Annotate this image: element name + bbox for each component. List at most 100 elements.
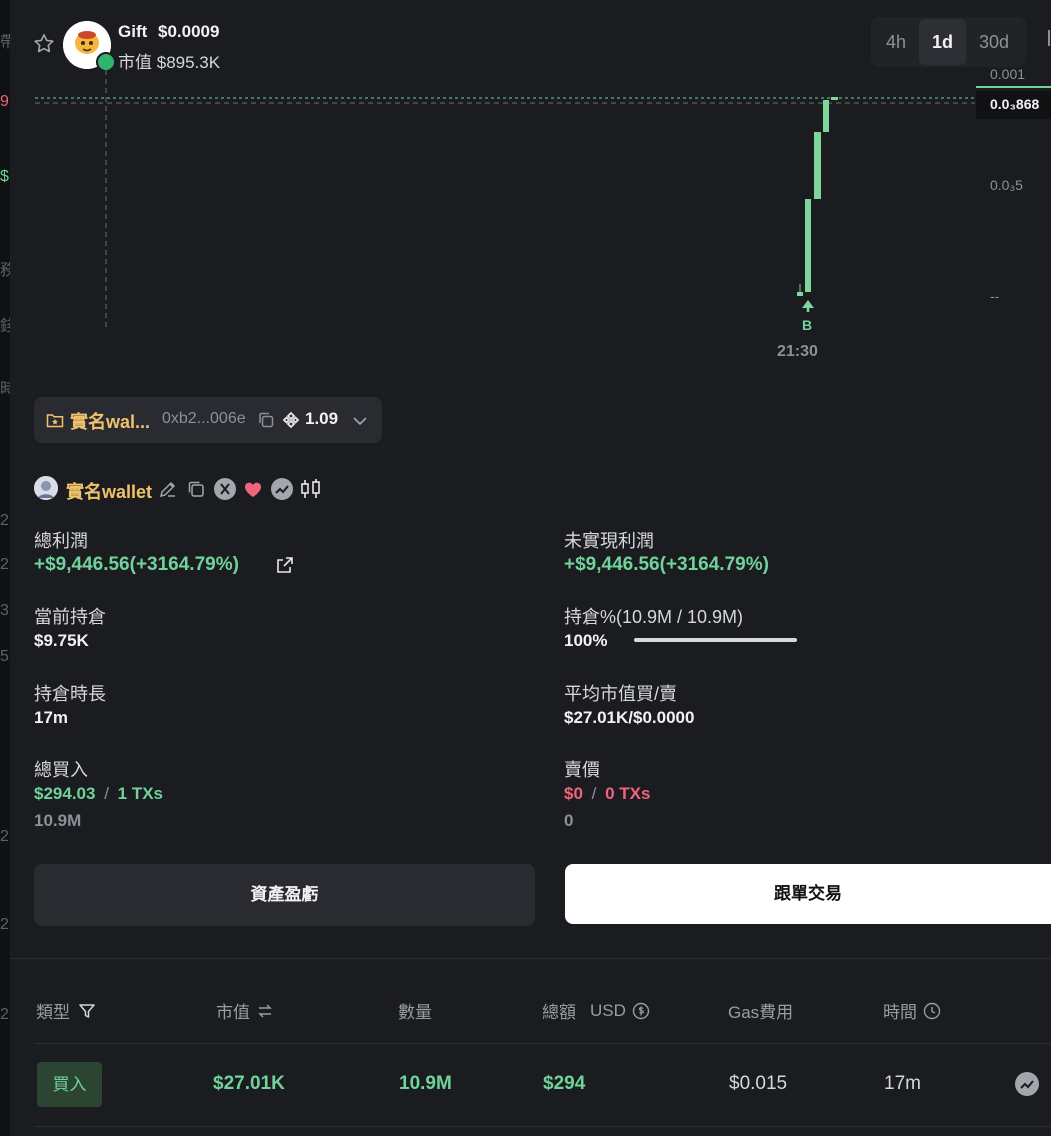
- holding-pct-value: 100%: [564, 631, 608, 650]
- row-qty: 10.9M: [399, 1073, 452, 1094]
- sell-separator: /: [591, 784, 597, 803]
- price-chart[interactable]: [10, 60, 1051, 370]
- assets-pnl-button[interactable]: 資產盈虧: [34, 864, 535, 926]
- row-total: $294: [543, 1073, 586, 1094]
- axis-mid-label: 0.0₃5: [990, 177, 1023, 193]
- buy-arrow-icon: [802, 300, 814, 308]
- col-type-label: 類型: [36, 1003, 70, 1022]
- token-price: $0.0009: [158, 22, 220, 41]
- holding-progress-fill: [634, 638, 797, 642]
- token-symbol: Gift: [118, 22, 148, 41]
- holding-progress-bar: [634, 638, 797, 642]
- duration-label: 持倉時長: [34, 684, 106, 704]
- total-buy-label: 總買入: [34, 760, 88, 780]
- candle: [805, 199, 811, 292]
- folder-star-icon: [46, 411, 64, 429]
- duration-value: 17m: [34, 708, 69, 727]
- holding-label: 當前持倉: [34, 607, 106, 627]
- row-gas: $0.015: [729, 1073, 788, 1094]
- axis-top-label: 0.001: [990, 66, 1026, 82]
- col-mcap-label: 市值: [216, 1003, 250, 1022]
- strip-text: 錢: [0, 318, 10, 335]
- strip-text: 5: [0, 648, 9, 665]
- current-price-tag: 0.0₃868: [990, 96, 1040, 112]
- sell-quantity: 0: [564, 811, 574, 830]
- unrealized-profit-label: 未實現利潤: [564, 531, 654, 551]
- col-total-label: 總額: [542, 1003, 576, 1022]
- unrealized-profit-value: +$9,446.56(+3164.79%): [564, 554, 769, 575]
- row-mcap: $27.01K: [213, 1073, 285, 1094]
- left-partial-panel: 帶 9 $ 務 錢 時 2 2 3 5 2 2 2: [0, 0, 10, 1136]
- wallet-detail-panel: Gift $0.0009 市值 $895.3K 4h 1d 30d 0.001 …: [10, 0, 1051, 1136]
- total-profit-label: 總利潤: [34, 531, 88, 551]
- strip-text: 2: [0, 556, 9, 573]
- strip-text: 2: [0, 1006, 9, 1023]
- bnb-icon: [282, 411, 300, 429]
- col-total-unit: USD: [590, 1000, 626, 1020]
- wallet-selector-address: 0xb2...006e: [162, 410, 246, 427]
- time-axis-label: 21:30: [777, 343, 818, 360]
- col-header-total[interactable]: 總額 USD: [542, 998, 650, 1023]
- strip-text: 2: [0, 828, 9, 845]
- wallet-avatar: [34, 476, 58, 500]
- wallet-selector-name: 實名wal...: [70, 412, 151, 432]
- copy-icon[interactable]: [257, 411, 275, 429]
- col-header-qty: 數量: [398, 1003, 432, 1022]
- strip-text: 帶: [0, 34, 10, 51]
- total-buy-txs: 1 TXs: [117, 784, 164, 803]
- candle: [814, 132, 821, 199]
- timeframe-4h[interactable]: 4h: [876, 19, 916, 65]
- copy-icon[interactable]: [186, 479, 206, 499]
- avg-mcap-label: 平均市值買/賣: [564, 684, 678, 704]
- copy-trade-button[interactable]: 跟單交易: [565, 864, 1051, 924]
- strip-text: $: [0, 168, 9, 185]
- x-twitter-icon[interactable]: [214, 478, 236, 500]
- col-header-gas: Gas費用: [728, 1003, 794, 1022]
- wallet-name: 實名wallet: [66, 482, 153, 502]
- heart-icon[interactable]: [242, 478, 264, 500]
- holding-pct-label: 持倉%(10.9M / 10.9M): [564, 607, 744, 627]
- timeframe-1d[interactable]: 1d: [919, 19, 966, 65]
- row-time: 17m: [884, 1073, 921, 1094]
- holding-value: $9.75K: [34, 631, 89, 650]
- trade-type-badge: 買入: [37, 1062, 102, 1107]
- axis-low-label: --: [990, 288, 1000, 304]
- wallet-balance: 1.09: [305, 409, 339, 428]
- sell-amount: $0: [564, 784, 583, 803]
- candle: [831, 97, 838, 100]
- avg-mcap-value: $27.01K/$0.0000: [564, 708, 695, 727]
- sell-label: 賣價: [564, 760, 600, 780]
- total-buy-separator: /: [104, 784, 109, 803]
- sell-txs: 0 TXs: [605, 784, 651, 803]
- row-divider: [34, 1126, 1051, 1127]
- strip-text: 務: [0, 262, 10, 279]
- clock-icon: [923, 1002, 941, 1019]
- total-buy-amount: $294.03: [34, 784, 96, 803]
- timeframe-30d[interactable]: 30d: [970, 19, 1018, 65]
- total-profit-value: +$9,446.56(+3164.79%): [34, 554, 239, 575]
- col-header-mcap[interactable]: 市值: [216, 998, 274, 1023]
- external-link-icon[interactable]: [275, 555, 295, 575]
- col-header-type[interactable]: 類型: [36, 998, 96, 1023]
- candle: [823, 100, 829, 132]
- col-header-time[interactable]: 時間: [883, 998, 941, 1023]
- filter-icon: [79, 1003, 95, 1018]
- chart-logo-icon[interactable]: [271, 478, 293, 500]
- strip-text: 2: [0, 512, 9, 529]
- chart-logo-icon[interactable]: [1015, 1072, 1039, 1096]
- strip-text: 3: [0, 602, 9, 619]
- col-time-label: 時間: [883, 1003, 917, 1022]
- swap-icon: [258, 1003, 272, 1018]
- total-buy-quantity: 10.9M: [34, 811, 82, 830]
- more-icon[interactable]: [1045, 30, 1050, 46]
- candlestick-icon[interactable]: [299, 478, 323, 500]
- currency-toggle-icon: [632, 1002, 650, 1019]
- strip-text: 2: [0, 916, 9, 933]
- star-icon[interactable]: [32, 32, 56, 56]
- edit-icon[interactable]: [158, 479, 178, 499]
- chevron-down-icon[interactable]: [351, 412, 369, 430]
- table-row[interactable]: 買入 $27.01K 10.9M $294 $0.015 17m: [34, 1044, 1051, 1126]
- section-divider: [10, 958, 1051, 959]
- strip-text: 時: [0, 381, 10, 398]
- buy-marker-label: B: [802, 317, 813, 333]
